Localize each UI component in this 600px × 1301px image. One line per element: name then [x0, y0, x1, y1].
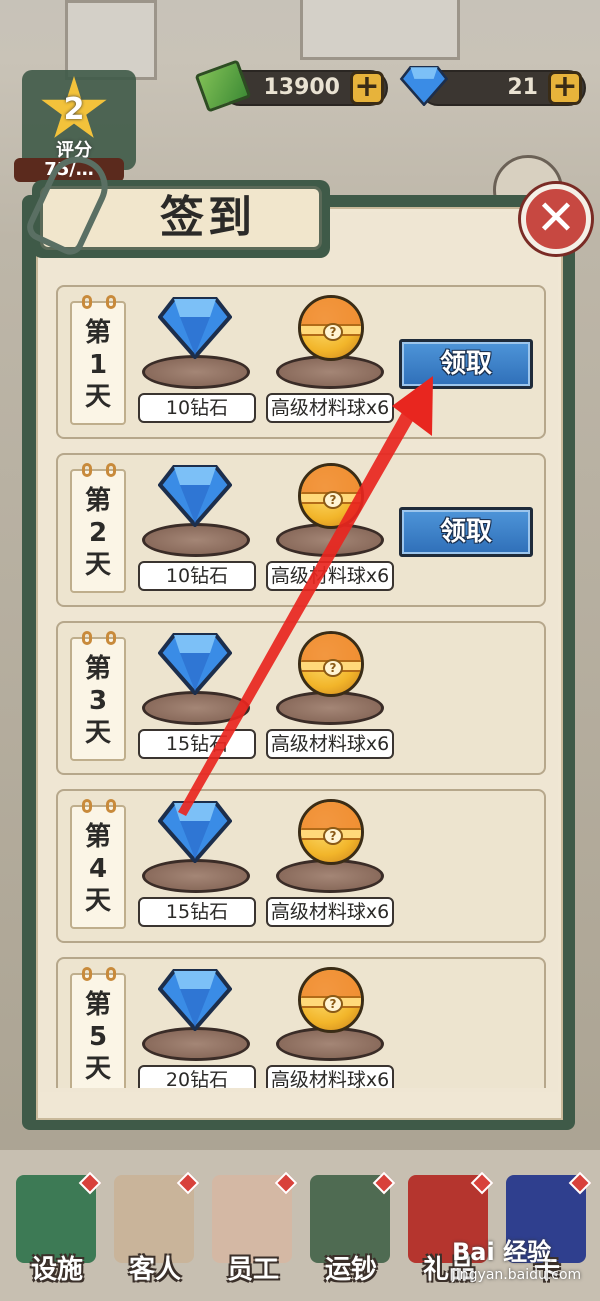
ring-icon [106, 631, 116, 645]
close-button[interactable]: ✕ [521, 184, 591, 254]
day-prefix: 第 [84, 822, 111, 852]
claim-button[interactable]: 领取 [399, 339, 533, 389]
ring-icon [106, 799, 116, 813]
watermark-brand: Bai 经验 [452, 1238, 552, 1266]
material-ball-icon: ? [298, 967, 364, 1033]
day-suffix: 天 [84, 382, 111, 412]
pedestal [142, 691, 250, 725]
nav-label: 客人 [128, 1255, 181, 1285]
day-row: 第 5 天 20钻石? 高级材料球x6 [56, 957, 546, 1088]
ring-icon [106, 463, 116, 477]
material-ball-icon: ? [298, 295, 364, 361]
material-ball-icon: ? [298, 463, 364, 529]
nav-item-0[interactable]: 设施 [2, 1165, 112, 1295]
item-reward-label: 高级材料球x6 [266, 393, 394, 423]
day-number: 2 [88, 518, 108, 548]
wall-panel [300, 0, 460, 60]
item-reward-label: 高级材料球x6 [266, 1065, 394, 1088]
day-row: 第 2 天 10钻石? 高级材料球x6 领取 [56, 453, 546, 607]
day-prefix: 第 [84, 654, 111, 684]
day-label: 第3天 [72, 653, 124, 749]
day-card: 第4天 [70, 799, 126, 929]
day-number: 4 [88, 854, 108, 884]
ring-icon [106, 967, 116, 981]
pedestal [142, 355, 250, 389]
day-suffix: 天 [84, 1054, 111, 1084]
ring-icon [82, 967, 92, 981]
watermark: Bai 经验 jingyan.baidu.com [452, 1232, 600, 1297]
watermark-url: jingyan.baidu.com [452, 1267, 582, 1283]
day-suffix: 天 [84, 550, 111, 580]
day-label: 第4天 [72, 821, 124, 917]
item-reward-label: 高级材料球x6 [266, 729, 394, 759]
day-row: 第 1 天 10钻石? 高级材料球x6 领取 [56, 285, 546, 439]
day-card: 第5天 [70, 967, 126, 1088]
day-prefix: 第 [84, 486, 111, 516]
add-cash-button[interactable]: + [350, 71, 384, 105]
gem-reward-label: 20钻石 [138, 1065, 256, 1088]
ring-icon [82, 463, 92, 477]
day-label: 第5天 [72, 989, 124, 1085]
diamond-icon [399, 66, 449, 106]
nav-item-1[interactable]: 客人 [100, 1165, 210, 1295]
pedestal [142, 859, 250, 893]
ring-icon [82, 799, 92, 813]
day-card: 第1天 [70, 295, 126, 425]
gem-reward-label: 15钻石 [138, 729, 256, 759]
gem-reward-label: 15钻石 [138, 897, 256, 927]
pedestal [142, 523, 250, 557]
material-ball-icon: ? [298, 631, 364, 697]
nav-item-3[interactable]: 运钞 [296, 1165, 406, 1295]
item-reward-label: 高级材料球x6 [266, 561, 394, 591]
add-gem-button[interactable]: + [548, 71, 582, 105]
day-row: 第 4 天 15钻石? 高级材料球x6 [56, 789, 546, 943]
day-card: 第3天 [70, 631, 126, 761]
day-label: 第1天 [72, 317, 124, 413]
nav-label: 员工 [226, 1255, 279, 1285]
nav-item-2[interactable]: 员工 [198, 1165, 308, 1295]
ring-icon [82, 295, 92, 309]
day-number: 3 [88, 686, 108, 716]
item-reward-label: 高级材料球x6 [266, 897, 394, 927]
dialog-title: 签到 [160, 192, 256, 243]
day-suffix: 天 [84, 718, 111, 748]
day-row: 第 3 天 15钻石? 高级材料球x6 [56, 621, 546, 775]
day-list[interactable]: 第 1 天 10钻石? 高级材料球x6 领取第 2 天 10钻石? 高级材料球x6 领取第 3 天 15钻… [56, 285, 546, 1088]
ring-icon [82, 631, 92, 645]
material-ball-icon: ? [298, 799, 364, 865]
day-number: 1 [88, 350, 108, 380]
nav-label: 设施 [30, 1255, 83, 1285]
nav-label: 运钞 [324, 1255, 377, 1285]
day-number: 5 [88, 1022, 108, 1052]
day-suffix: 天 [84, 886, 111, 916]
gem-reward-label: 10钻石 [138, 561, 256, 591]
day-card: 第2天 [70, 463, 126, 593]
ring-icon [106, 295, 116, 309]
claim-button[interactable]: 领取 [399, 507, 533, 557]
day-prefix: 第 [84, 990, 111, 1020]
rating-level: 2 [63, 92, 85, 127]
gem-reward-label: 10钻石 [138, 393, 256, 423]
day-prefix: 第 [84, 318, 111, 348]
day-label: 第2天 [72, 485, 124, 581]
pedestal [142, 1027, 250, 1061]
